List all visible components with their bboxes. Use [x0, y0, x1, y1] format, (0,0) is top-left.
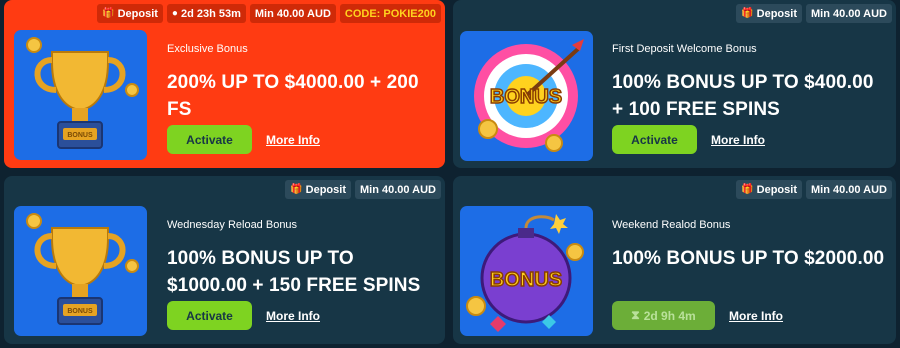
min-deposit-tag: Min 40.00 AUD [249, 4, 336, 23]
activate-button[interactable]: Activate [167, 125, 252, 154]
countdown-button: ⧗ 2d 9h 4m [612, 301, 715, 330]
min-deposit-tag: Min 40.00 AUD [354, 180, 441, 199]
bonus-card-first-deposit: 🎁 Deposit Min 40.00 AUD BONUS First Depos… [453, 0, 896, 168]
bomb-bonus-icon: BONUS [460, 206, 593, 336]
timer-tag: ● 2d 23h 53m [166, 4, 246, 23]
hourglass-icon: ⧗ [631, 308, 640, 322]
more-info-link[interactable]: More Info [266, 309, 320, 323]
min-deposit-tag: Min 40.00 AUD [805, 4, 892, 23]
card-tags: 🎁 Deposit Min 40.00 AUD [736, 4, 892, 23]
trophy-icon: BONUS [14, 206, 147, 336]
gift-icon: 🎁 [102, 8, 115, 19]
bonus-card-exclusive: 🎁 Deposit ● 2d 23h 53m Min 40.00 AUD CODE:… [4, 0, 445, 168]
card-tags: 🎁 Deposit Min 40.00 AUD [285, 180, 441, 199]
clock-icon: ● [171, 8, 178, 19]
bonus-subtitle: Exclusive Bonus [167, 43, 248, 55]
more-info-link[interactable]: More Info [729, 309, 783, 323]
svg-text:BONUS: BONUS [490, 269, 562, 291]
activate-button[interactable]: Activate [167, 301, 252, 330]
more-info-link[interactable]: More Info [711, 133, 765, 147]
bonus-title: 100% BONUS UP TO $2000.00 [612, 248, 885, 269]
more-info-link[interactable]: More Info [266, 133, 320, 147]
deposit-tag: 🎁 Deposit [736, 4, 802, 23]
bonus-subtitle: Wednesday Reload Bonus [167, 219, 298, 231]
bonus-card-wednesday-reload: 🎁 Deposit Min 40.00 AUD BONUS Wednesday R… [4, 176, 445, 344]
promo-code-tag: CODE: POKIE200 [339, 4, 441, 23]
gift-icon: 🎁 [741, 184, 754, 195]
activate-button[interactable]: Activate [612, 125, 697, 154]
deposit-tag: 🎁 Deposit [97, 4, 163, 23]
bonus-title: 100% BONUS UP TO $1000.00 + 150 FREE SPI… [167, 248, 421, 296]
trophy-icon: BONUS [14, 30, 147, 160]
gift-icon: 🎁 [290, 184, 303, 195]
gift-icon: 🎁 [741, 8, 754, 19]
card-tags: 🎁 Deposit ● 2d 23h 53m Min 40.00 AUD CODE:… [97, 4, 441, 23]
target-bonus-icon: BONUS [460, 31, 593, 161]
svg-text:BONUS: BONUS [67, 132, 93, 139]
min-deposit-tag: Min 40.00 AUD [805, 180, 892, 199]
deposit-tag: 🎁 Deposit [285, 180, 351, 199]
svg-text:BONUS: BONUS [490, 86, 562, 108]
bonus-title: 100% BONUS UP TO $400.00 + 100 FREE SPIN… [612, 72, 874, 120]
deposit-tag: 🎁 Deposit [736, 180, 802, 199]
bonus-card-weekend-reload: 🎁 Deposit Min 40.00 AUD BONUS Weekend Rea… [453, 176, 896, 344]
card-tags: 🎁 Deposit Min 40.00 AUD [736, 180, 892, 199]
bonus-subtitle: First Deposit Welcome Bonus [612, 43, 757, 55]
bonus-subtitle: Weekend Realod Bonus [612, 219, 731, 231]
bonus-title: 200% UP TO $4000.00 + 200 FS [167, 72, 419, 120]
svg-text:BONUS: BONUS [67, 308, 93, 315]
